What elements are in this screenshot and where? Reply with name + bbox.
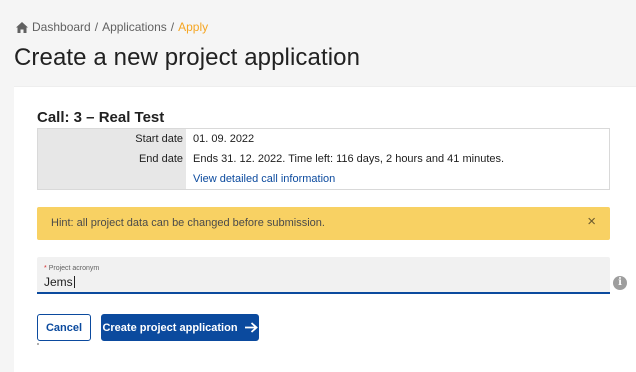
call-title: Call: 3 – Real Test: [37, 109, 165, 126]
page-title: Create a new project application: [14, 44, 361, 71]
cancel-button[interactable]: Cancel: [37, 314, 91, 341]
arrow-right-icon: [244, 322, 258, 333]
start-date-row: Start date 01. 09. 2022: [38, 129, 609, 149]
focus-mark: [37, 343, 39, 345]
application-card: Call: 3 – Real Test Start date 01. 09. 2…: [14, 86, 636, 372]
view-call-details-link[interactable]: View detailed call information: [193, 173, 335, 185]
project-acronym-input[interactable]: Jems: [44, 275, 75, 289]
breadcrumb-separator: /: [94, 20, 99, 34]
start-date-label: Start date: [135, 133, 183, 145]
hint-text: Hint: all project data can be changed be…: [51, 217, 325, 229]
call-details-row: View detailed call information: [38, 169, 609, 189]
home-icon[interactable]: [16, 21, 28, 33]
create-project-application-button[interactable]: Create project application: [101, 314, 259, 341]
project-acronym-label-text: Project acronym: [48, 265, 100, 272]
breadcrumb-applications[interactable]: Applications: [102, 20, 167, 34]
end-date-value: Ends 31. 12. 2022. Time left: 116 days, …: [193, 153, 505, 165]
close-icon[interactable]: ×: [587, 214, 596, 229]
breadcrumb-current: Apply: [178, 20, 209, 34]
start-date-value: 01. 09. 2022: [193, 133, 255, 145]
info-icon[interactable]: i: [613, 276, 627, 290]
hint-banner: Hint: all project data can be changed be…: [37, 207, 610, 240]
breadcrumb-separator: /: [170, 20, 175, 34]
project-acronym-label: * Project acronym: [44, 265, 99, 272]
project-acronym-value: Jems: [44, 275, 73, 289]
breadcrumb-dashboard[interactable]: Dashboard: [32, 20, 91, 34]
project-acronym-field[interactable]: * Project acronym Jems: [37, 257, 610, 294]
end-date-row: End date Ends 31. 12. 2022. Time left: 1…: [38, 149, 609, 169]
required-marker: *: [44, 265, 47, 272]
text-caret: [73, 276, 75, 288]
end-date-label: End date: [138, 153, 183, 165]
create-button-label: Create project application: [102, 321, 238, 334]
breadcrumb: Dashboard / Applications / Apply: [16, 20, 208, 34]
call-info-table: Start date 01. 09. 2022 End date Ends 31…: [37, 128, 610, 190]
